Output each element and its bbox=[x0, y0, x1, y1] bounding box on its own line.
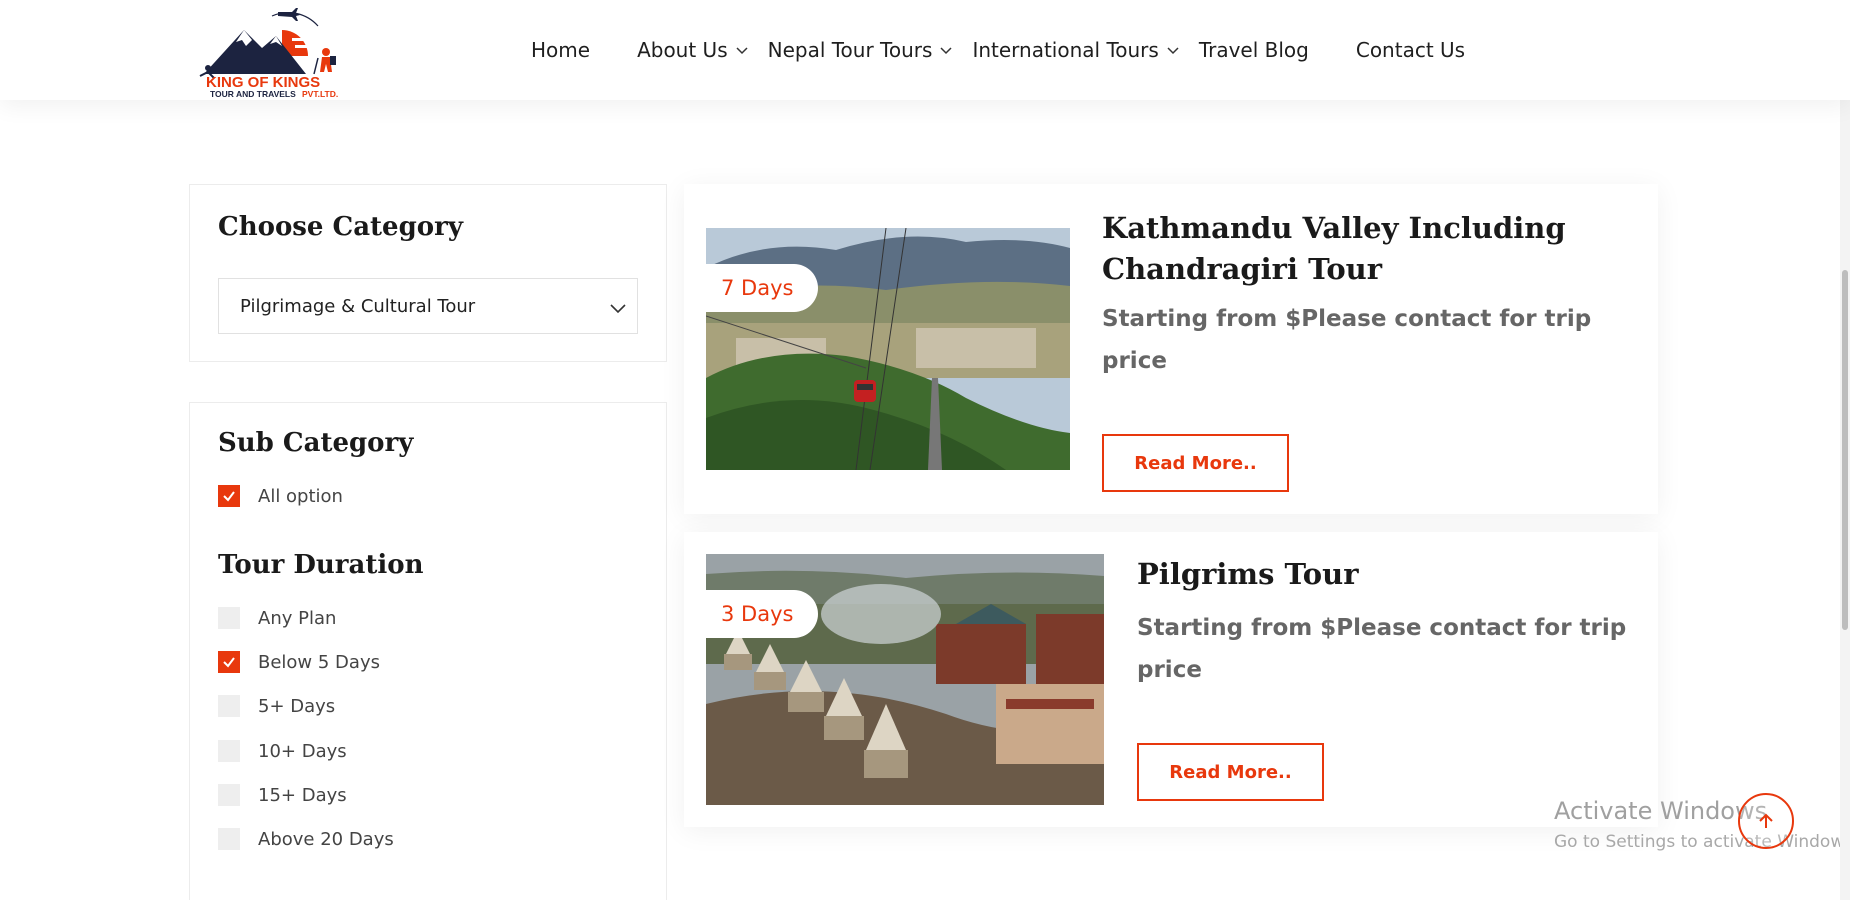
checkbox[interactable] bbox=[218, 695, 240, 717]
choose-category-title: Choose Category bbox=[218, 212, 463, 242]
sub-category-option-all[interactable]: All option bbox=[218, 485, 343, 507]
logo-graphic: KING OF KINGS TOUR AND TRAVELS PVT.LTD. bbox=[199, 8, 338, 99]
duration-option-5-plus[interactable]: 5+ Days bbox=[218, 695, 335, 717]
duration-badge: 3 Days bbox=[706, 590, 819, 638]
option-label: 15+ Days bbox=[258, 784, 347, 806]
tour-title[interactable]: Kathmandu Valley Including Chandragiri T… bbox=[1102, 208, 1572, 290]
tour-title[interactable]: Pilgrims Tour bbox=[1137, 554, 1607, 595]
nav-nepal-tours-label: Nepal Tour Tours bbox=[767, 38, 933, 62]
option-label: 5+ Days bbox=[258, 695, 336, 717]
duration-option-above-20[interactable]: Above 20 Days bbox=[218, 828, 394, 850]
option-label: Any Plan bbox=[258, 607, 337, 629]
site-logo[interactable]: KING OF KINGS TOUR AND TRAVELS PVT.LTD. bbox=[196, 2, 348, 100]
main-nav: Home About Us Nepal Tour Tours Internati… bbox=[531, 36, 1465, 64]
checkbox[interactable] bbox=[218, 828, 240, 850]
tour-card: 3 Days Pilgrims Tour Starting from $Plea… bbox=[684, 532, 1658, 827]
nav-travel-blog[interactable]: Travel Blog bbox=[1199, 38, 1309, 62]
duration-option-10-plus[interactable]: 10+ Days bbox=[218, 740, 347, 762]
nav-travel-blog-label: Travel Blog bbox=[1198, 38, 1309, 62]
category-select[interactable]: Pilgrimage & Cultural Tour bbox=[218, 278, 638, 334]
arrow-up-icon bbox=[1759, 813, 1773, 828]
nav-contact-us[interactable]: Contact Us bbox=[1356, 38, 1465, 62]
checkbox[interactable] bbox=[218, 607, 240, 629]
checkbox[interactable] bbox=[218, 651, 240, 673]
site-header: KING OF KINGS TOUR AND TRAVELS PVT.LTD. … bbox=[0, 0, 1850, 100]
chevron-down-icon bbox=[1167, 47, 1179, 55]
chevron-down-icon bbox=[736, 47, 748, 55]
option-label: All option bbox=[258, 485, 343, 507]
nav-about-us-label: About Us bbox=[637, 38, 728, 62]
category-panel: Choose Category Pilgrimage & Cultural To… bbox=[189, 184, 667, 362]
duration-option-below-5[interactable]: Below 5 Days bbox=[218, 651, 380, 673]
sub-category-title: Sub Category bbox=[218, 428, 414, 458]
check-icon bbox=[223, 491, 235, 502]
filter-panel: Sub Category All option Tour Duration An… bbox=[189, 402, 667, 900]
duration-option-15-plus[interactable]: 15+ Days bbox=[218, 784, 347, 806]
nav-home-label: Home bbox=[531, 38, 591, 62]
nav-contact-us-label: Contact Us bbox=[1355, 38, 1466, 62]
tour-duration-title: Tour Duration bbox=[218, 550, 424, 580]
tour-price: Starting from $Please contact for trip p… bbox=[1102, 306, 1592, 374]
checkbox[interactable] bbox=[218, 784, 240, 806]
activate-windows-subtitle: Go to Settings to activate Windows. bbox=[1554, 832, 1850, 852]
tour-price: Starting from $Please contact for trip p… bbox=[1137, 615, 1627, 683]
nav-home[interactable]: Home bbox=[531, 38, 590, 62]
tour-image[interactable]: 3 Days bbox=[706, 554, 1104, 805]
nav-international-tours[interactable]: International Tours bbox=[972, 38, 1180, 62]
duration-badge: 7 Days bbox=[706, 264, 819, 312]
svg-text:PVT.LTD.: PVT.LTD. bbox=[302, 89, 338, 99]
checkbox[interactable] bbox=[218, 485, 240, 507]
svg-text:TOUR AND TRAVELS: TOUR AND TRAVELS bbox=[210, 89, 296, 99]
chevron-down-icon bbox=[610, 304, 626, 314]
category-select-value: Pilgrimage & Cultural Tour bbox=[240, 295, 476, 317]
tour-card: 7 Days Kathmandu Valley Including Chandr… bbox=[684, 184, 1658, 514]
checkbox[interactable] bbox=[218, 740, 240, 762]
option-label: Above 20 Days bbox=[258, 828, 394, 850]
nav-international-tours-label: International Tours bbox=[972, 38, 1159, 62]
chevron-down-icon bbox=[940, 47, 952, 55]
scrollbar-thumb[interactable] bbox=[1842, 270, 1848, 630]
nav-nepal-tours[interactable]: Nepal Tour Tours bbox=[768, 38, 955, 62]
read-more-button[interactable]: Read More.. bbox=[1137, 743, 1324, 801]
option-label: Below 5 Days bbox=[258, 651, 380, 673]
tour-image[interactable]: 7 Days bbox=[706, 228, 1070, 470]
nav-about-us[interactable]: About Us bbox=[637, 38, 750, 62]
check-icon bbox=[223, 657, 235, 668]
read-more-button[interactable]: Read More.. bbox=[1102, 434, 1289, 492]
scroll-to-top-button[interactable] bbox=[1738, 793, 1794, 849]
activate-windows-title: Activate Windows bbox=[1554, 797, 1768, 825]
option-label: 10+ Days bbox=[258, 740, 347, 762]
duration-option-any-plan[interactable]: Any Plan bbox=[218, 607, 336, 629]
